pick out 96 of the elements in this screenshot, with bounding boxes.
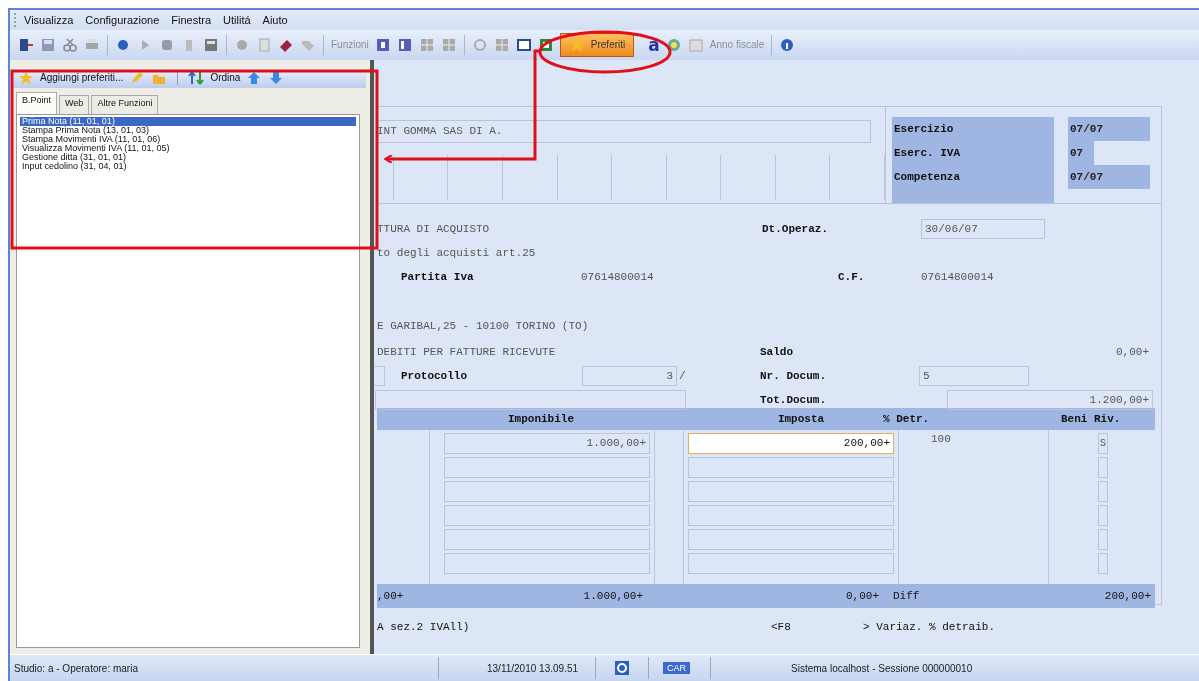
calculator-icon[interactable] (203, 36, 219, 53)
exit-icon[interactable] (18, 36, 34, 53)
column-header: Imponibile (507, 412, 575, 425)
period-label: Competenza (893, 169, 961, 185)
checkbox-field[interactable] (1098, 552, 1108, 574)
checkbox-field[interactable] (1098, 456, 1108, 478)
menu-item[interactable]: Aiuto (262, 14, 288, 26)
ring-icon[interactable] (471, 36, 488, 53)
total-value: 0,00+ (845, 589, 879, 602)
tab[interactable]: B.Point (16, 91, 58, 114)
grid-icon[interactable] (418, 36, 435, 53)
checkbox-field[interactable] (1098, 528, 1108, 550)
field-label: Dt.Operaz. (762, 222, 829, 235)
info-icon[interactable] (779, 36, 796, 53)
help-icon[interactable] (374, 36, 391, 53)
keyboard-mode: CAR (663, 662, 690, 674)
protocol-field[interactable]: 3 (582, 365, 677, 386)
amount-field[interactable] (444, 456, 650, 478)
window-icon[interactable] (515, 36, 532, 53)
address: E GARIBAL,25 - 10100 TORINO (TO) (377, 319, 590, 332)
separator-text: / (679, 369, 687, 382)
column-header: % Detr. (883, 412, 931, 425)
table-cell: 100 (931, 432, 951, 445)
checkbox-field[interactable] (1098, 504, 1108, 526)
total-value: ,00+ (377, 589, 405, 602)
input-field[interactable] (375, 389, 686, 410)
menu-item[interactable]: Utilitá (223, 14, 251, 26)
field-label: Partita Iva (401, 270, 475, 283)
period-value: 07/07 (1068, 164, 1150, 189)
checkbox-field[interactable]: S (1098, 432, 1108, 454)
amount-field[interactable] (688, 528, 894, 550)
checkbox-field[interactable] (1098, 480, 1108, 502)
menu-item[interactable]: Configurazione (85, 14, 160, 26)
favorite-item[interactable]: Stampa Movimenti IVA (11, 01, 06) (20, 134, 356, 144)
date-field[interactable]: 30/06/07 (921, 218, 1045, 239)
panel-icon[interactable] (396, 36, 413, 53)
total-value: 1.000,00+ (582, 589, 643, 602)
register-note: to degli acquisti art.25 (377, 246, 537, 259)
favorite-item[interactable]: Input cedolino (31, 04, 01) (20, 161, 356, 171)
user-info: Studio: a - Operatore: maria (14, 662, 139, 674)
favorite-item[interactable]: Visualizza Movimenti IVA (11, 01, 05) (20, 143, 356, 153)
diff-value: 200,00+ (1103, 589, 1151, 602)
amount-field[interactable] (444, 504, 650, 526)
amount-field[interactable] (688, 456, 894, 478)
menu-item[interactable]: Visualizza (24, 14, 74, 26)
star-icon (568, 36, 585, 53)
date-time: 13/11/2010 13.09.51 (487, 662, 579, 674)
period-value: 07/07 (1068, 116, 1150, 141)
shortcut-action: > Variaz. % detraib. (863, 620, 997, 633)
footer-note: A sez.2 IVAll) (377, 620, 471, 633)
tab[interactable]: Web (59, 94, 90, 114)
field-label: Protocollo (401, 369, 468, 382)
amount-field[interactable] (688, 552, 894, 574)
amount-field[interactable]: 1.000,00+ (444, 432, 650, 454)
tax-code: 07614800014 (921, 270, 995, 283)
tab[interactable]: Altre Funzioni (91, 94, 159, 114)
field-label: Saldo (760, 345, 794, 358)
menu-item[interactable]: Finestra (171, 14, 212, 26)
status-icon (614, 660, 630, 676)
period-label: Esercizio (893, 121, 955, 137)
amount-field[interactable] (444, 528, 650, 550)
shortcut-key: <F8 (771, 620, 811, 633)
account-name: DEBITI PER FATTURE RICEVUTE (377, 345, 557, 358)
grid-icon[interactable] (493, 36, 510, 53)
amount-field[interactable]: 200,00+ (688, 432, 894, 454)
document-total-field[interactable]: 1.200,00+ (947, 389, 1153, 410)
save-icon[interactable] (40, 36, 56, 53)
sort-button[interactable]: Ordina (210, 72, 241, 84)
field-label: C.F. (838, 270, 866, 283)
balance-value: 0,00+ (1115, 345, 1149, 358)
vat-number: 07614800014 (581, 270, 655, 283)
diff-label: Diff (893, 589, 921, 602)
amount-field[interactable] (688, 480, 894, 502)
calendar-icon[interactable] (687, 36, 704, 53)
column-header: Beni Riv. (1061, 412, 1122, 425)
document-number-field[interactable]: 5 (919, 365, 1029, 386)
field-label: Nr. Docum. (760, 369, 827, 382)
grid-icon[interactable] (440, 36, 457, 53)
text-tool-glyph[interactable]: a (648, 34, 660, 55)
globe-icon[interactable] (665, 36, 682, 53)
field-label: Tot.Docum. (760, 393, 827, 406)
add-favorites-button[interactable]: Aggiungi preferiti... (40, 72, 124, 84)
scissors-icon[interactable] (62, 36, 78, 53)
session-info: Sistema localhost - Sessione 000000010 (791, 662, 973, 674)
favorite-item[interactable]: Stampa Prima Nota (13, 01, 03) (20, 125, 356, 135)
functions-label: Funzioni (331, 39, 369, 51)
period-value: 07 (1068, 140, 1094, 165)
amount-field[interactable] (688, 504, 894, 526)
favorite-item[interactable]: Gestione ditta (31, 01, 01) (20, 152, 356, 162)
page-icon[interactable] (256, 36, 272, 53)
input-field[interactable] (374, 365, 385, 386)
period-label: Eserc. IVA (893, 145, 961, 161)
amount-field[interactable] (444, 480, 650, 502)
favorite-item[interactable]: Prima Nota (11, 01, 01) (20, 116, 356, 126)
column-header: Imposta (776, 412, 826, 425)
amount-field[interactable] (444, 552, 650, 574)
